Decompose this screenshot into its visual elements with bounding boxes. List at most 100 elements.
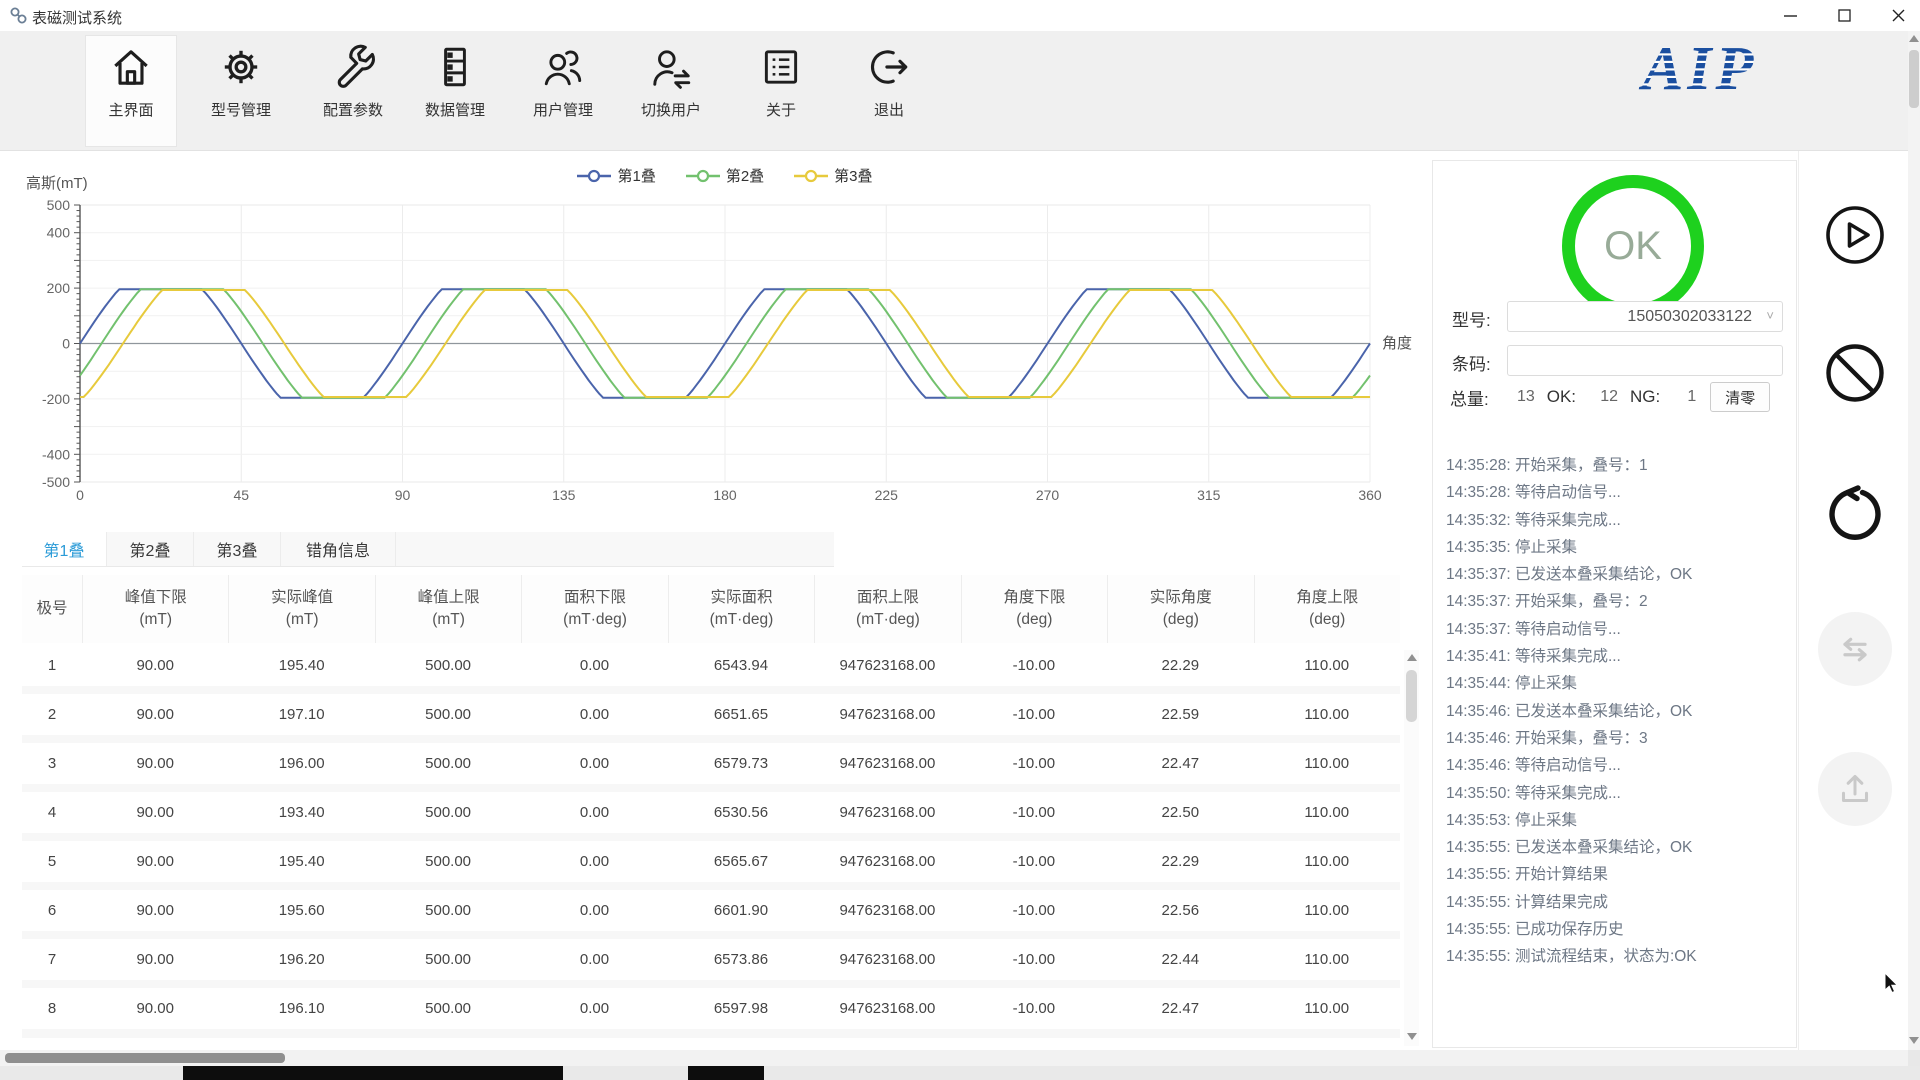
window-hscrollbar-thumb[interactable] bbox=[5, 1053, 285, 1063]
column-header-1: 极号 bbox=[22, 575, 82, 643]
cell: 6543.94 bbox=[713, 657, 769, 674]
table-row-2[interactable]: 2 90.00 197.10 500.00 0.00 6651.65 947623168.0… bbox=[22, 694, 1400, 735]
table-row-3[interactable]: 3 90.00 196.00 500.00 0.00 6579.73 947623168.0… bbox=[22, 743, 1400, 784]
column-title: 角度上限 bbox=[1296, 589, 1359, 606]
cell: 4 bbox=[47, 804, 57, 821]
cell: 90.00 bbox=[136, 902, 174, 919]
maximize-button[interactable] bbox=[1822, 0, 1866, 30]
close-button[interactable] bbox=[1876, 0, 1920, 30]
cell: 6601.90 bbox=[713, 902, 769, 919]
app-window: 表磁测试系统 主界面 型号管理 配置参数 数据管理 用户管理 切换用户 关于 退出 AIP 高… bbox=[0, 0, 1920, 1080]
toolbar-item-label: 切换用户 bbox=[640, 102, 701, 119]
cell: 2 bbox=[47, 706, 57, 723]
toolbar-item-model-mgmt[interactable]: 型号管理 bbox=[196, 36, 286, 146]
toolbar-item-home[interactable]: 主界面 bbox=[86, 36, 176, 146]
window-vertical-scrollbar[interactable] bbox=[1908, 31, 1920, 1050]
cell: 0.00 bbox=[579, 853, 610, 870]
cell: 110.00 bbox=[1304, 804, 1350, 821]
start-button[interactable] bbox=[1818, 198, 1892, 272]
column-header-8: 角度下限 (deg) bbox=[960, 575, 1107, 643]
toolbar-item-about[interactable]: 关于 bbox=[736, 36, 826, 146]
table-row-7[interactable]: 7 90.00 196.20 500.00 0.00 6573.86 947623168.0… bbox=[22, 939, 1400, 980]
cell: 90.00 bbox=[136, 804, 174, 821]
cell: -10.00 bbox=[1012, 1000, 1056, 1017]
window-title: 表磁测试系统 bbox=[32, 10, 123, 27]
toolbar-item-user-mgmt[interactable]: 用户管理 bbox=[518, 36, 608, 146]
log-line-6: 14:35:37: 开始采集，叠号：2 bbox=[1446, 593, 1648, 611]
minimize-icon bbox=[1783, 14, 1797, 17]
toolbar-item-label: 关于 bbox=[765, 102, 796, 119]
table-row-1[interactable]: 1 90.00 195.40 500.00 0.00 6543.94 947623168.0… bbox=[22, 645, 1400, 686]
tab-stack2[interactable]: 第2叠 bbox=[107, 532, 194, 566]
model-select[interactable]: 15050302033122 ˅ bbox=[1507, 301, 1783, 332]
cell: -10.00 bbox=[1012, 755, 1056, 772]
scrollbar-corner bbox=[1908, 1050, 1920, 1066]
cell: 22.50 bbox=[1161, 804, 1200, 821]
table-row-8[interactable]: 8 90.00 196.10 500.00 0.00 6597.98 947623168.0… bbox=[22, 988, 1400, 1029]
tab-stack3[interactable]: 第3叠 bbox=[194, 532, 281, 566]
cell: 22.56 bbox=[1161, 902, 1200, 919]
barcode-input[interactable] bbox=[1507, 345, 1783, 376]
model-value: 15050302033122 bbox=[1627, 308, 1752, 325]
svg-text:500: 500 bbox=[47, 197, 71, 213]
vscroll-up-icon[interactable] bbox=[1909, 35, 1919, 42]
column-header-3: 实际峰值 (mT) bbox=[228, 575, 374, 643]
log-line-8: 14:35:41: 等待采集完成... bbox=[1446, 648, 1621, 666]
cell: 110.00 bbox=[1304, 755, 1350, 772]
table-row-6[interactable]: 6 90.00 195.60 500.00 0.00 6601.90 947623168.0… bbox=[22, 890, 1400, 931]
column-title: 极号 bbox=[36, 600, 68, 617]
cell: -10.00 bbox=[1012, 804, 1056, 821]
cell: 110.00 bbox=[1304, 902, 1350, 919]
transfer-button[interactable] bbox=[1818, 612, 1892, 686]
scroll-down-arrow-icon[interactable] bbox=[1406, 1033, 1417, 1040]
reset-button[interactable] bbox=[1818, 476, 1892, 550]
stop-button[interactable] bbox=[1818, 336, 1892, 410]
cell: -10.00 bbox=[1012, 657, 1056, 674]
cell: 947623168.00 bbox=[839, 706, 936, 723]
column-header-2: 峰值下限 (mT) bbox=[82, 575, 228, 643]
table-scrollbar-thumb[interactable] bbox=[1406, 670, 1417, 722]
log-line-14: 14:35:53: 停止采集 bbox=[1446, 811, 1577, 829]
window-vscrollbar-thumb[interactable] bbox=[1909, 50, 1919, 108]
magnetic-waveform-chart: 500 400 200 0 -200 -400 -500 0 45 90 135 180 225 270 3… bbox=[42, 197, 1382, 503]
cell: 90.00 bbox=[136, 706, 174, 723]
column-title: 面积上限 bbox=[856, 589, 919, 606]
cell: 0.00 bbox=[579, 951, 610, 968]
toolbar-item-exit[interactable]: 退出 bbox=[844, 36, 934, 146]
cell: 90.00 bbox=[136, 657, 174, 674]
tab-stack1[interactable]: 第1叠 bbox=[22, 532, 107, 566]
maximize-icon bbox=[1837, 8, 1851, 22]
toolbar-item-switch-user[interactable]: 切换用户 bbox=[626, 36, 716, 146]
ban-icon bbox=[1826, 344, 1884, 402]
cell: 22.47 bbox=[1161, 1000, 1200, 1017]
cell: 500.00 bbox=[425, 657, 472, 674]
cell: 0.00 bbox=[579, 657, 610, 674]
cell: 7 bbox=[47, 951, 57, 968]
toolbar-item-config[interactable]: 配置参数 bbox=[308, 36, 398, 146]
cell: 195.40 bbox=[278, 657, 325, 674]
upload-button[interactable] bbox=[1818, 752, 1892, 826]
table-row-5[interactable]: 5 90.00 195.40 500.00 0.00 6565.67 947623168.0… bbox=[22, 841, 1400, 882]
log-line-16: 14:35:55: 开始计算结果 bbox=[1446, 866, 1608, 884]
column-header-7: 面积上限 (mT·deg) bbox=[814, 575, 960, 643]
toolbar-item-label: 主界面 bbox=[108, 102, 154, 119]
cell: 947623168.00 bbox=[839, 902, 936, 919]
column-unit: (deg) bbox=[1309, 611, 1346, 628]
table-row-4[interactable]: 4 90.00 193.40 500.00 0.00 6530.56 947623168.0… bbox=[22, 792, 1400, 833]
tab-angle-error[interactable]: 错角信息 bbox=[281, 532, 396, 566]
vscroll-down-icon[interactable] bbox=[1909, 1037, 1919, 1044]
column-header-9: 实际角度 (deg) bbox=[1107, 575, 1253, 643]
cell: -10.00 bbox=[1012, 951, 1056, 968]
ok-count: 12 bbox=[1600, 388, 1619, 405]
title-bar[interactable]: 表磁测试系统 bbox=[0, 0, 1920, 31]
window-horizontal-scrollbar[interactable] bbox=[0, 1050, 1908, 1066]
minimize-button[interactable] bbox=[1768, 0, 1812, 30]
clear-button[interactable]: 清零 bbox=[1710, 382, 1771, 412]
toolbar-item-data-mgmt[interactable]: 数据管理 bbox=[410, 36, 500, 146]
column-unit: (mT) bbox=[285, 611, 319, 628]
total-count: 13 bbox=[1516, 388, 1535, 405]
svg-text:135: 135 bbox=[552, 487, 576, 503]
svg-text:45: 45 bbox=[233, 487, 249, 503]
cell: 947623168.00 bbox=[839, 951, 936, 968]
scroll-up-arrow-icon[interactable] bbox=[1406, 654, 1417, 661]
